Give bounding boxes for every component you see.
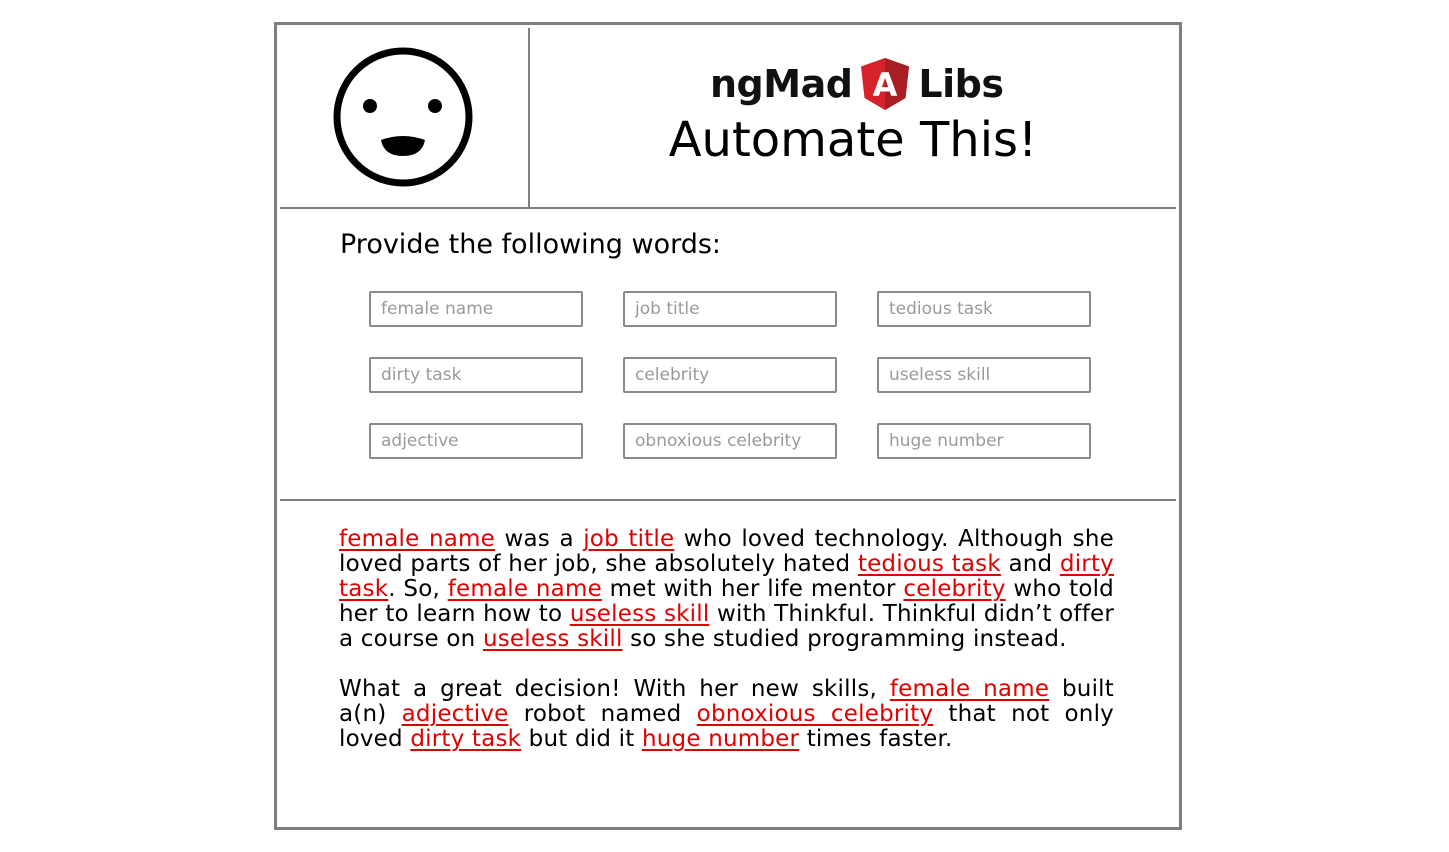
word-inputs: [369, 291, 1091, 459]
story-blank: obnoxious celebrity: [696, 701, 934, 727]
page-title: Automate This!: [668, 112, 1038, 168]
story-text-segment: but did it: [521, 726, 642, 752]
story-paragraph-1: female name was a job title who loved te…: [339, 527, 1114, 652]
adjective-input[interactable]: [369, 423, 583, 459]
header: ngMad A Libs Automate This!: [280, 28, 1176, 208]
story-text-segment: and: [1000, 551, 1060, 577]
obnoxious-celebrity-input[interactable]: [623, 423, 837, 459]
form-prompt: Provide the following words:: [340, 229, 722, 260]
form-divider: [280, 499, 1176, 501]
story-blank: useless skill: [569, 601, 710, 627]
story-blank: female name: [889, 676, 1050, 702]
title-panel: ngMad A Libs Automate This!: [530, 28, 1176, 208]
story-blank: job title: [583, 526, 675, 552]
story-blank: celebrity: [903, 576, 1006, 602]
smiley-face-icon: [333, 47, 473, 187]
useless-skill-input[interactable]: [877, 357, 1091, 393]
header-divider: [280, 207, 1176, 209]
story-text-segment: . So,: [388, 576, 448, 602]
logo-text-left: ngMad: [710, 62, 853, 106]
logo-badge-letter: A: [873, 66, 898, 104]
story-paragraph-2: What a great decision! With her new skil…: [339, 677, 1114, 752]
story-text-segment: met with her life mentor: [601, 576, 904, 602]
madlibs-card: ngMad A Libs Automate This! Provide the …: [274, 22, 1182, 830]
smiley-panel: [280, 28, 530, 208]
story-text-segment: so she studied programming instead.: [622, 626, 1067, 652]
job-title-input[interactable]: [623, 291, 837, 327]
story-blank: female name: [447, 576, 602, 602]
story-text: female name was a job title who loved te…: [339, 527, 1114, 777]
story-blank: dirty task: [410, 726, 522, 752]
app-logo: ngMad A Libs: [710, 56, 1004, 112]
story-blank: tedious task: [857, 551, 1001, 577]
huge-number-input[interactable]: [877, 423, 1091, 459]
story-text-segment: times faster.: [799, 726, 953, 752]
female-name-input[interactable]: [369, 291, 583, 327]
story-blank: useless skill: [482, 626, 623, 652]
dirty-task-input[interactable]: [369, 357, 583, 393]
story-blank: adjective: [401, 701, 509, 727]
story-blank: female name: [339, 526, 495, 552]
story-text-segment: robot named: [508, 701, 697, 727]
angular-shield-icon: A: [861, 58, 910, 110]
celebrity-input[interactable]: [623, 357, 837, 393]
story-text-segment: What a great decision! With her new skil…: [339, 676, 890, 702]
tedious-task-input[interactable]: [877, 291, 1091, 327]
story-blank: huge number: [642, 726, 800, 752]
story-text-segment: was a: [495, 526, 584, 552]
logo-text-right: Libs: [918, 62, 1004, 106]
